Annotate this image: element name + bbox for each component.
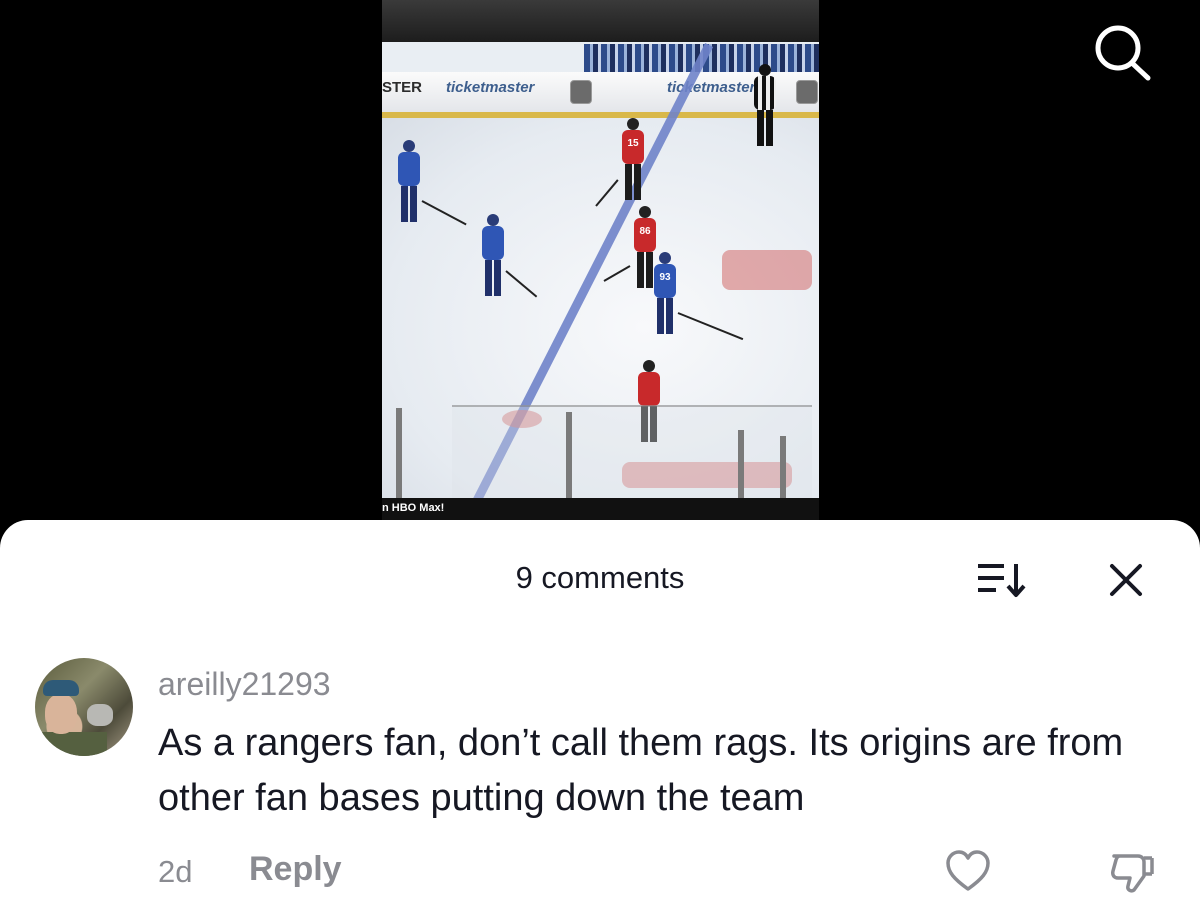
glass-post — [738, 430, 744, 498]
player-rangers: 93 — [650, 252, 680, 342]
glass-post — [396, 408, 402, 498]
nhl-logo-icon — [570, 80, 592, 104]
close-comments-button[interactable] — [1104, 558, 1148, 602]
glass-post — [780, 436, 786, 498]
glass-post — [566, 412, 572, 498]
nhl-logo-icon — [796, 80, 818, 104]
reply-button[interactable]: Reply — [249, 850, 342, 889]
jersey-number: 93 — [659, 272, 671, 283]
thumbs-down-icon — [1111, 854, 1154, 893]
board-ad-left: STER — [382, 79, 423, 96]
sort-icon — [978, 564, 1026, 597]
arena-crowd — [382, 0, 819, 42]
broadcast-caption-bar — [382, 498, 819, 520]
comment-username[interactable]: areilly21293 — [158, 666, 331, 703]
like-button[interactable] — [944, 848, 992, 894]
comment-text: As a rangers fan, don’t call them rags. … — [158, 722, 1124, 819]
close-icon — [1110, 564, 1142, 596]
video-frame[interactable]: STER ticketmaster ticketmaster 15 86 93 … — [382, 0, 819, 520]
video-player[interactable]: STER ticketmaster ticketmaster 15 86 93 … — [0, 0, 1200, 540]
center-ice-logo — [722, 250, 812, 290]
referee — [750, 64, 780, 154]
comments-sheet: 9 comments areilly21293 As a rangers fan… — [0, 520, 1200, 918]
board-ad-mid: ticketmaster — [446, 79, 535, 96]
search-icon — [1095, 25, 1151, 81]
sort-comments-button[interactable] — [974, 558, 1034, 602]
jersey-number: 15 — [627, 138, 639, 149]
broadcast-caption: n HBO Max! — [382, 502, 445, 514]
jersey-number: 86 — [639, 226, 651, 237]
comment-timestamp: 2d — [158, 854, 193, 889]
dislike-button[interactable] — [1108, 848, 1156, 896]
rink-glass — [452, 405, 812, 502]
player-rangers — [478, 214, 508, 304]
player-rangers — [394, 140, 424, 230]
search-button[interactable] — [1086, 18, 1158, 90]
avatar[interactable] — [35, 658, 133, 756]
player-blackhawks: 15 — [618, 118, 648, 208]
heart-outline-icon — [946, 850, 990, 891]
